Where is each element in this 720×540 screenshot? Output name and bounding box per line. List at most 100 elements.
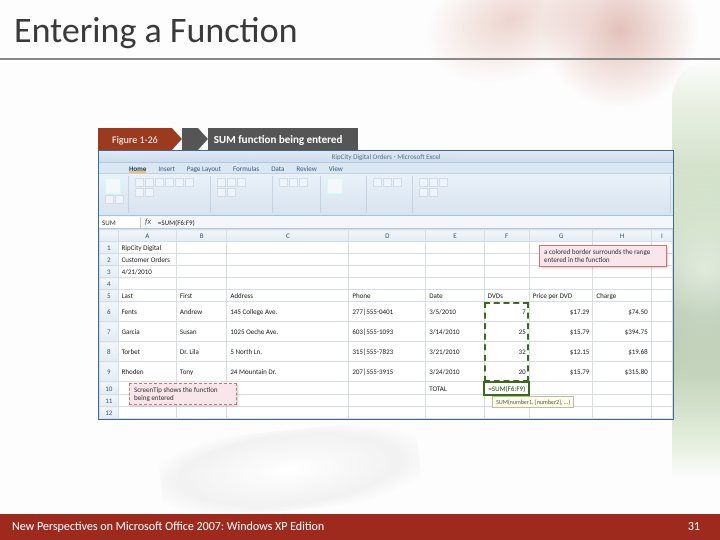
cell[interactable]: RipCity Digital bbox=[118, 242, 176, 254]
merge-icon[interactable] bbox=[227, 188, 236, 197]
cell[interactable] bbox=[426, 254, 484, 266]
cell[interactable] bbox=[176, 254, 226, 266]
cell[interactable]: Tony bbox=[176, 362, 226, 382]
cell[interactable] bbox=[227, 266, 349, 278]
cell[interactable]: Address bbox=[227, 290, 349, 302]
cell[interactable]: 3/21/2010 bbox=[426, 342, 484, 362]
cell[interactable]: TOTAL bbox=[426, 382, 484, 395]
cell[interactable]: Customer Orders bbox=[118, 254, 176, 266]
cell[interactable] bbox=[484, 254, 529, 266]
cell[interactable]: First bbox=[176, 290, 226, 302]
cell[interactable]: $17.29 bbox=[529, 302, 593, 322]
ribbon-tab-home[interactable]: Home bbox=[129, 164, 146, 173]
row-header[interactable]: 5 bbox=[100, 290, 119, 302]
cell[interactable] bbox=[426, 407, 484, 419]
cell[interactable] bbox=[593, 407, 651, 419]
cell[interactable]: Price per DVD bbox=[529, 290, 593, 302]
row-header[interactable]: 3 bbox=[100, 266, 119, 278]
copy-icon[interactable] bbox=[115, 195, 124, 204]
cell[interactable]: 315|555-7823 bbox=[349, 342, 426, 362]
cell[interactable] bbox=[593, 395, 651, 407]
column-header[interactable]: D bbox=[349, 230, 426, 242]
cell[interactable] bbox=[349, 242, 426, 254]
cut-icon[interactable] bbox=[105, 195, 114, 204]
clear-icon[interactable] bbox=[439, 178, 448, 187]
cell[interactable] bbox=[426, 242, 484, 254]
font-color-icon[interactable] bbox=[185, 178, 194, 187]
cell[interactable] bbox=[426, 266, 484, 278]
formula-text[interactable]: =SUM(F6:F9) bbox=[155, 218, 198, 227]
cell[interactable]: 3/14/2010 bbox=[426, 322, 484, 342]
cell[interactable] bbox=[529, 278, 593, 290]
cell[interactable] bbox=[529, 382, 593, 395]
cell[interactable]: $315.80 bbox=[593, 362, 651, 382]
sort-filter-icon[interactable] bbox=[419, 188, 428, 197]
row-header[interactable]: 1 bbox=[100, 242, 119, 254]
cell[interactable] bbox=[651, 395, 672, 407]
bold-icon[interactable] bbox=[135, 178, 144, 187]
cell[interactable] bbox=[651, 278, 672, 290]
cell[interactable] bbox=[227, 242, 349, 254]
format-cells-icon[interactable] bbox=[393, 178, 402, 187]
cell[interactable]: Susan bbox=[176, 322, 226, 342]
cell[interactable] bbox=[176, 407, 226, 419]
cell[interactable]: 7 bbox=[484, 302, 529, 322]
cell[interactable] bbox=[176, 266, 226, 278]
align-right-icon[interactable] bbox=[237, 178, 246, 187]
ribbon-tab-review[interactable]: Review bbox=[296, 164, 316, 173]
cell[interactable]: 24 Mountain Dr. bbox=[227, 362, 349, 382]
cell[interactable] bbox=[349, 395, 426, 407]
cell[interactable]: $19.68 bbox=[593, 342, 651, 362]
cell[interactable] bbox=[176, 278, 226, 290]
row-header[interactable]: 2 bbox=[100, 254, 119, 266]
delete-cells-icon[interactable] bbox=[383, 178, 392, 187]
cell[interactable] bbox=[593, 278, 651, 290]
cell[interactable] bbox=[484, 278, 529, 290]
column-header[interactable]: F bbox=[484, 230, 529, 242]
column-header[interactable]: C bbox=[227, 230, 349, 242]
column-header[interactable]: E bbox=[426, 230, 484, 242]
cell[interactable]: $74.50 bbox=[593, 302, 651, 322]
cell[interactable]: Fents bbox=[118, 302, 176, 322]
row-header[interactable]: 12 bbox=[100, 407, 119, 419]
cell[interactable]: 5 North Ln. bbox=[227, 342, 349, 362]
cell[interactable] bbox=[651, 342, 672, 362]
cell[interactable]: 20 bbox=[484, 362, 529, 382]
cell[interactable] bbox=[651, 322, 672, 342]
cell[interactable]: 3/24/2010 bbox=[426, 362, 484, 382]
cell[interactable]: 4/21/2010 bbox=[118, 266, 176, 278]
row-header[interactable]: 4 bbox=[100, 278, 119, 290]
cell[interactable]: Charge bbox=[593, 290, 651, 302]
cell[interactable] bbox=[651, 407, 672, 419]
cell[interactable]: 3/5/2010 bbox=[426, 302, 484, 322]
align-left-icon[interactable] bbox=[217, 178, 226, 187]
ribbon-tab-insert[interactable]: Insert bbox=[158, 164, 174, 173]
cell[interactable] bbox=[651, 302, 672, 322]
cell[interactable] bbox=[227, 254, 349, 266]
percent-icon[interactable] bbox=[289, 178, 298, 187]
row-header[interactable]: 10 bbox=[100, 382, 119, 395]
italic-icon[interactable] bbox=[145, 178, 154, 187]
select-all-corner[interactable] bbox=[100, 230, 119, 242]
wrap-text-icon[interactable] bbox=[217, 188, 226, 197]
autosum-icon[interactable] bbox=[419, 178, 428, 187]
row-header[interactable]: 9 bbox=[100, 362, 119, 382]
ribbon-tab-data[interactable]: Data bbox=[271, 164, 284, 173]
comma-icon[interactable] bbox=[299, 178, 308, 187]
cell[interactable]: Phone bbox=[349, 290, 426, 302]
cell[interactable]: $12.15 bbox=[529, 342, 593, 362]
cell[interactable]: =SUM(F6:F9) bbox=[484, 382, 529, 395]
insert-cells-icon[interactable] bbox=[373, 178, 382, 187]
align-center-icon[interactable] bbox=[227, 178, 236, 187]
cell[interactable]: 603|555-1093 bbox=[349, 322, 426, 342]
cell[interactable] bbox=[651, 290, 672, 302]
cell[interactable] bbox=[227, 407, 349, 419]
paste-button[interactable] bbox=[105, 178, 121, 194]
font-size-up-icon[interactable] bbox=[135, 188, 144, 197]
cell[interactable] bbox=[176, 242, 226, 254]
cell[interactable] bbox=[484, 266, 529, 278]
cell[interactable]: Andrew bbox=[176, 302, 226, 322]
cell[interactable]: 25 bbox=[484, 322, 529, 342]
cell[interactable] bbox=[651, 382, 672, 395]
cell[interactable] bbox=[349, 407, 426, 419]
